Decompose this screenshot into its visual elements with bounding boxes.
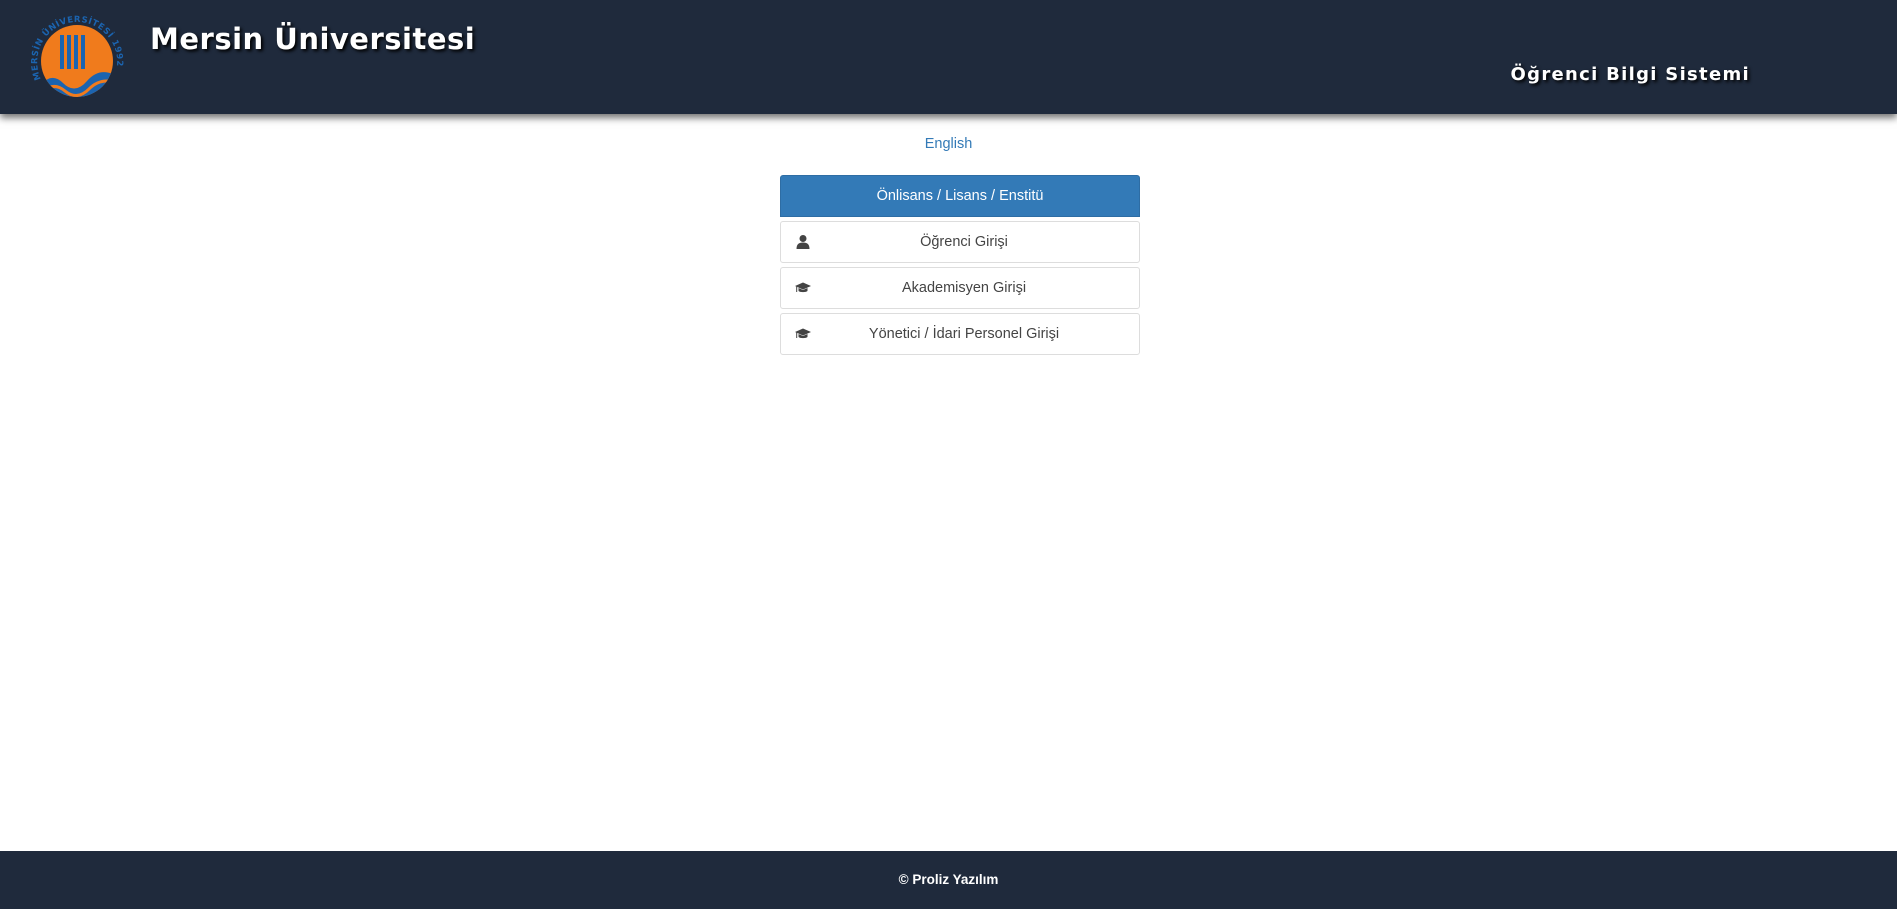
english-link[interactable]: English [925, 136, 973, 152]
university-logo: MERSİN ÜNİVERSİTESİ 1992 [27, 13, 127, 109]
admin-staff-login-button[interactable]: Yönetici / İdari Personel Girişi [780, 313, 1140, 355]
language-switcher: English [0, 135, 1897, 153]
graduation-cap-icon [795, 326, 811, 342]
user-icon [795, 234, 811, 250]
academic-login-label: Akademisyen Girişi [901, 280, 1027, 296]
login-panel: Önlisans / Lisans / Enstitü Öğrenci Giri… [780, 175, 1140, 355]
site-footer: © Proliz Yazılım [0, 851, 1897, 909]
university-name: Mersin Üniversitesi [150, 22, 476, 56]
site-header: MERSİN ÜNİVERSİTESİ 1992 Mersin Üniversi… [0, 0, 1897, 114]
student-login-button[interactable]: Öğrenci Girişi [780, 221, 1140, 263]
system-name: Öğrenci Bilgi Sistemi [1510, 64, 1750, 85]
copyright-text: © Proliz Yazılım [898, 872, 999, 887]
academic-login-button[interactable]: Akademisyen Girişi [780, 267, 1140, 309]
admin-staff-login-label: Yönetici / İdari Personel Girişi [868, 326, 1060, 342]
panel-heading: Önlisans / Lisans / Enstitü [780, 175, 1140, 217]
student-login-label: Öğrenci Girişi [920, 234, 1008, 250]
graduation-cap-icon [795, 280, 811, 296]
